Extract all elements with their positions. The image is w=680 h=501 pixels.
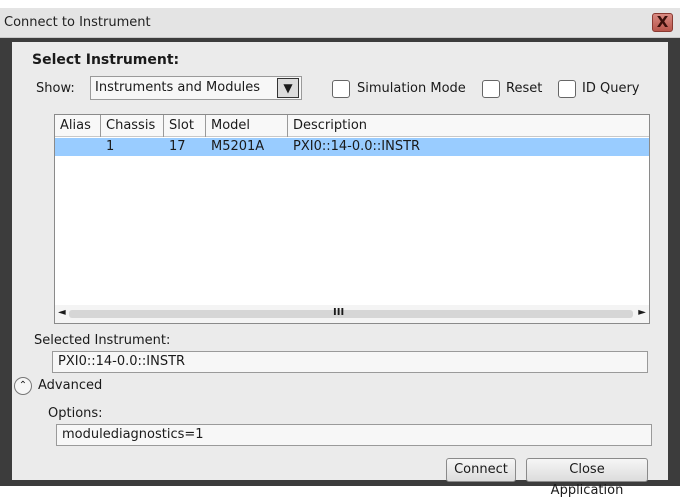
column-header-alias[interactable]: Alias (55, 115, 101, 137)
cell-model: M5201A (211, 139, 265, 154)
options-label: Options: (48, 406, 103, 421)
id-query-checkbox[interactable] (558, 80, 576, 98)
scrollbar-track[interactable] (69, 310, 633, 318)
cell-chassis: 1 (106, 139, 115, 154)
column-header-description[interactable]: Description (288, 115, 650, 137)
select-instrument-heading: Select Instrument: (32, 52, 180, 68)
id-query-label: ID Query (582, 81, 640, 96)
scroll-thumb-grip[interactable]: III (333, 307, 344, 318)
dialog-window: Connect to Instrument X Select Instrumen… (0, 8, 680, 498)
instrument-table: Alias Chassis Slot Model Description 1 1… (54, 114, 650, 324)
table-header: Alias Chassis Slot Model Description (55, 115, 649, 137)
show-dropdown-value: Instruments and Modules (95, 80, 261, 95)
close-button[interactable]: X (652, 13, 673, 32)
simulation-mode-label: Simulation Mode (357, 81, 466, 96)
column-header-model[interactable]: Model (206, 115, 288, 137)
chevron-down-icon[interactable]: ▼ (277, 78, 299, 98)
close-application-button[interactable]: Close Application (526, 458, 648, 498)
title-bar[interactable]: Connect to Instrument X (0, 8, 680, 38)
show-dropdown[interactable]: Instruments and Modules ▼ (90, 76, 302, 100)
selected-instrument-field[interactable]: PXI0::14-0.0::INSTR (52, 351, 648, 373)
close-icon: X (656, 13, 669, 31)
show-label: Show: (36, 81, 75, 96)
options-field[interactable]: modulediagnostics=1 (56, 424, 652, 446)
advanced-toggle[interactable]: Advanced (38, 378, 102, 393)
table-row[interactable]: 1 17 M5201A PXI0::14-0.0::INSTR (55, 138, 649, 156)
connect-button[interactable]: Connect (446, 458, 516, 482)
window-title: Connect to Instrument (4, 15, 151, 30)
chevron-up-circle-icon[interactable]: ⌃ (14, 377, 32, 395)
horizontal-scrollbar[interactable]: ◄ III ► (55, 305, 649, 323)
column-header-slot[interactable]: Slot (164, 115, 206, 137)
scroll-left-icon[interactable]: ◄ (58, 307, 66, 318)
cell-description: PXI0::14-0.0::INSTR (293, 139, 421, 154)
cell-slot: 17 (169, 139, 186, 154)
reset-checkbox[interactable] (482, 80, 500, 98)
dialog-content: Select Instrument: Show: Instruments and… (12, 42, 668, 498)
selected-instrument-label: Selected Instrument: (34, 333, 171, 348)
reset-label: Reset (506, 81, 543, 96)
scroll-right-icon[interactable]: ► (638, 307, 646, 318)
column-header-chassis[interactable]: Chassis (101, 115, 164, 137)
simulation-mode-checkbox[interactable] (332, 80, 350, 98)
